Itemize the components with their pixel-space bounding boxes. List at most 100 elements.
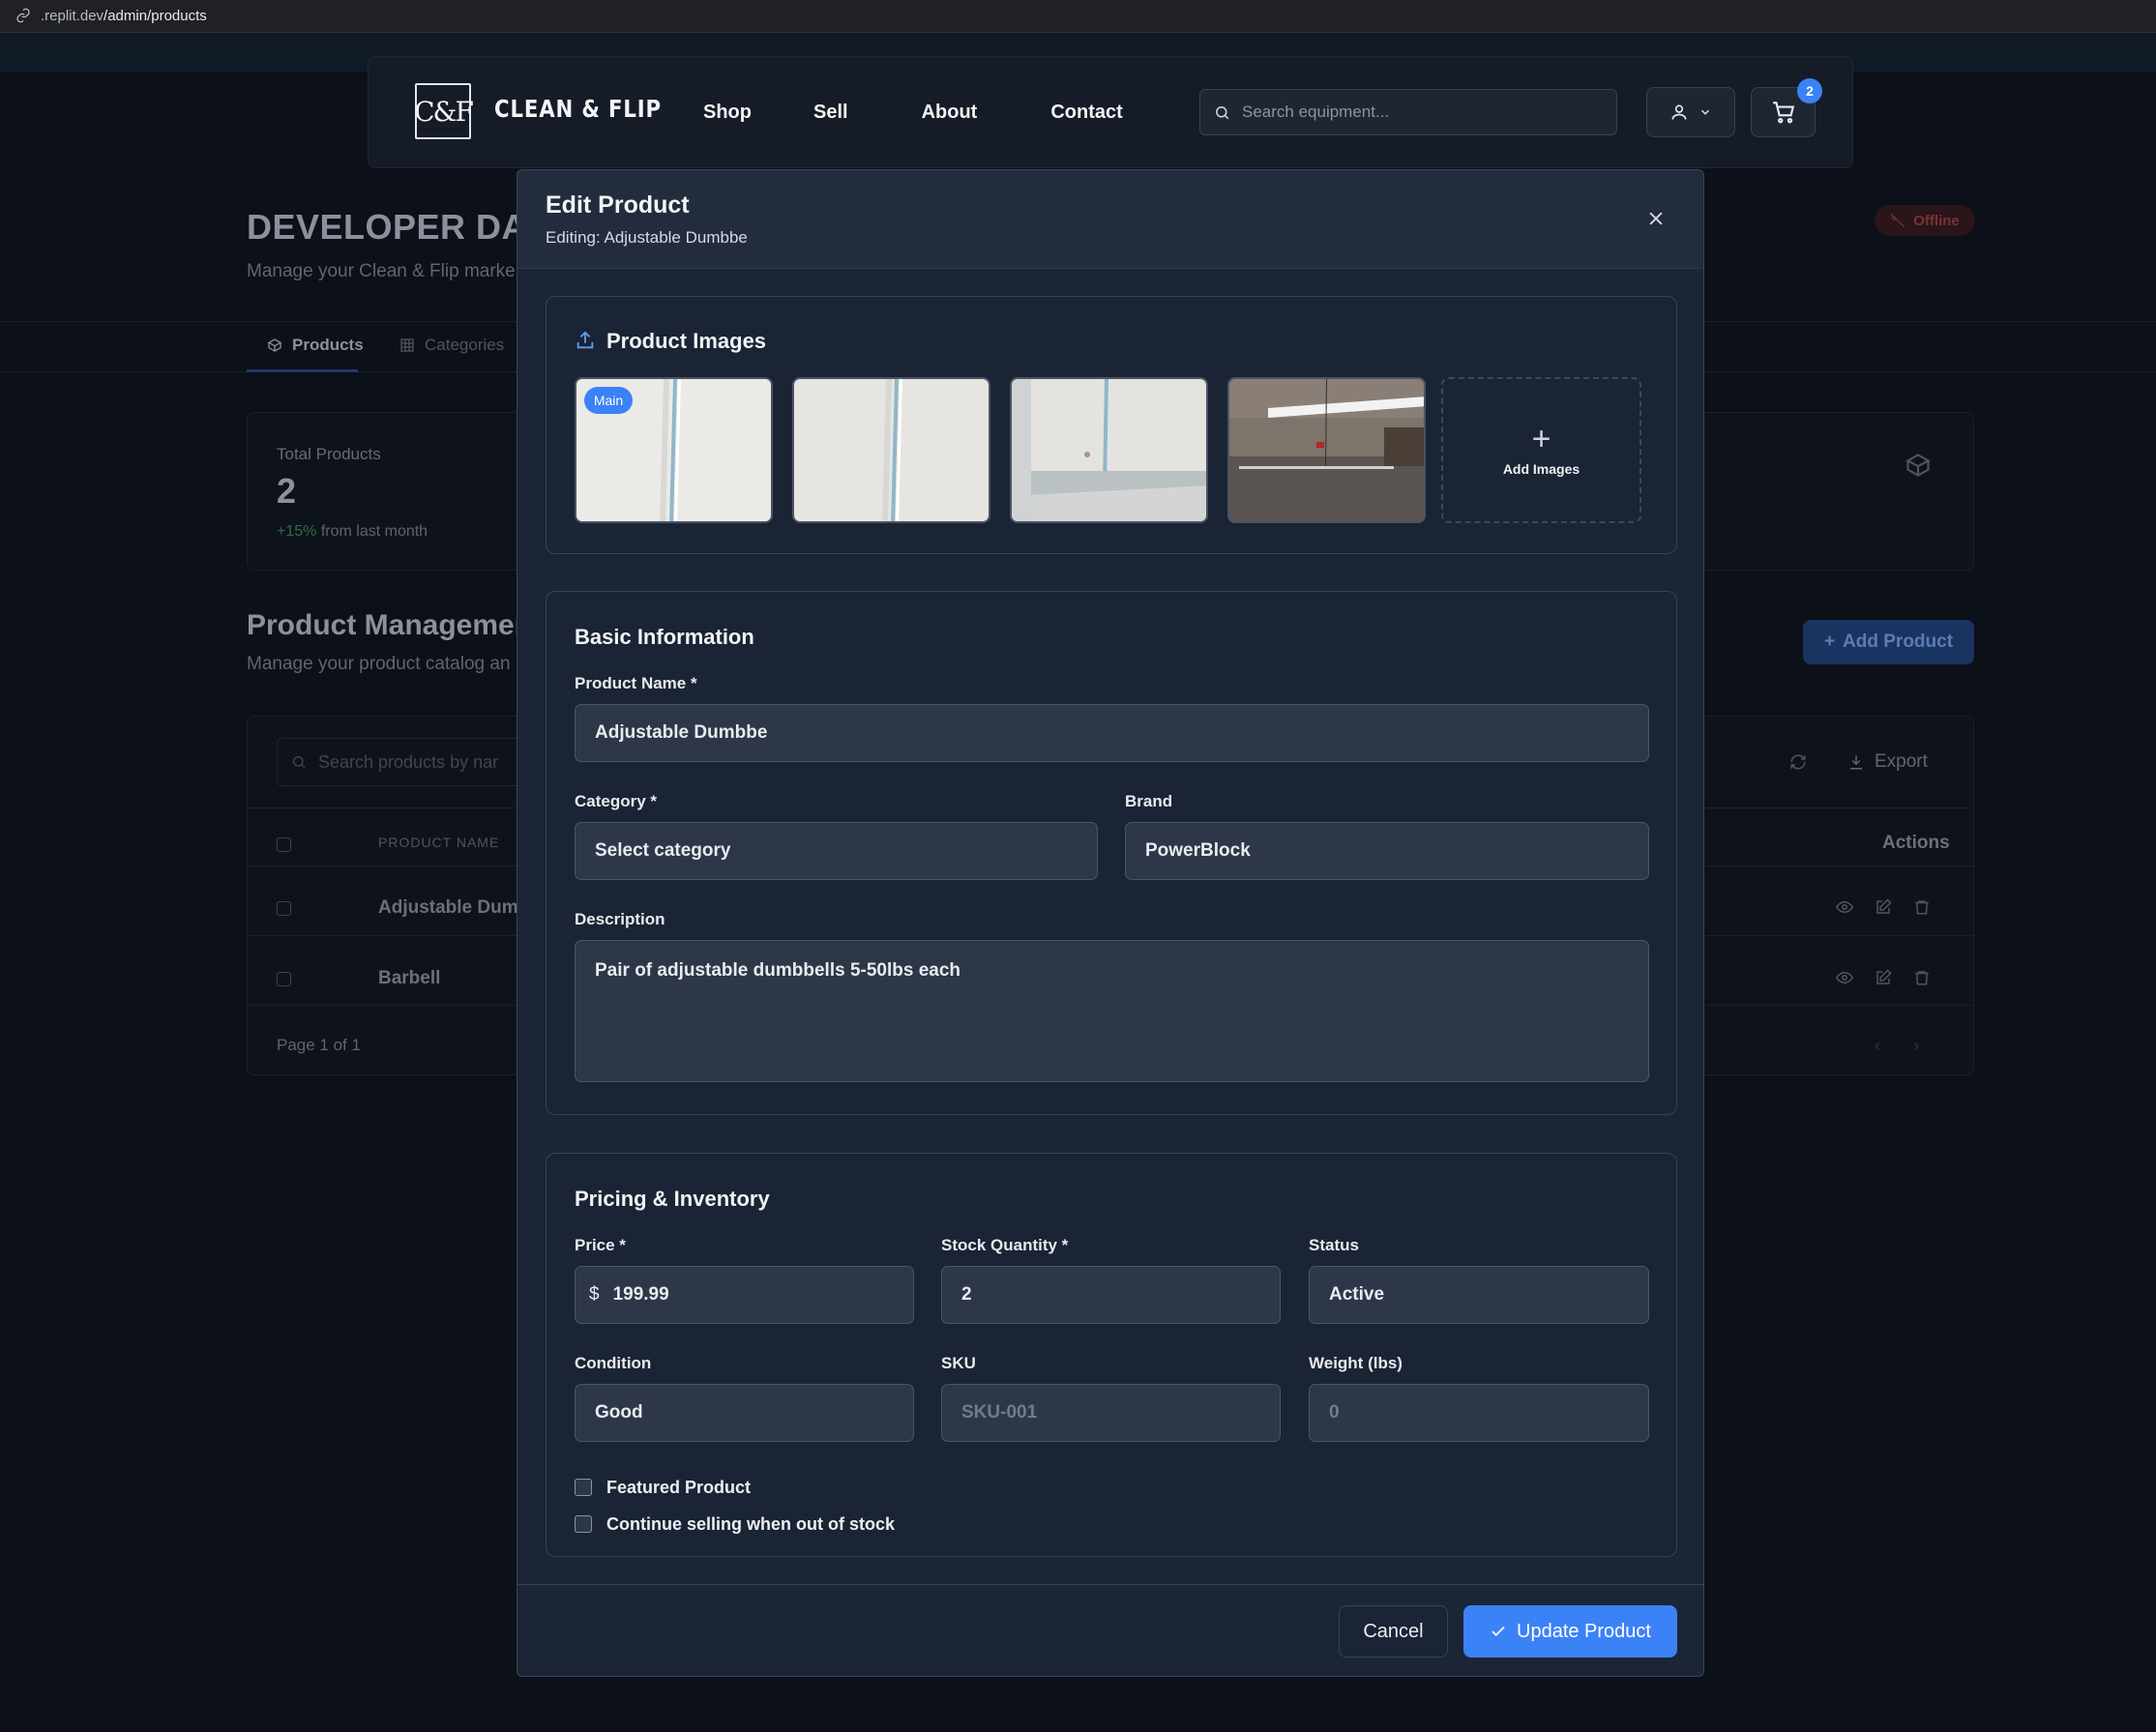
status-select[interactable]: Active — [1309, 1266, 1649, 1324]
nav-contact[interactable]: Contact — [1050, 102, 1122, 124]
product-image-thumbnail[interactable]: Main — [575, 377, 773, 523]
add-product-label: Add Product — [1843, 631, 1954, 652]
weight-input[interactable]: 0 — [1309, 1384, 1649, 1442]
chevron-right-icon[interactable]: › — [1913, 1036, 1919, 1056]
equipment-search-input[interactable] — [1242, 103, 1610, 122]
link-icon — [15, 8, 33, 25]
main-image-badge: Main — [584, 387, 633, 414]
grid-icon — [400, 338, 414, 352]
eye-icon[interactable] — [1836, 898, 1853, 916]
row-actions — [1836, 898, 1931, 916]
download-icon — [1850, 755, 1862, 770]
tab-products-label: Products — [292, 336, 364, 354]
chevron-down-icon — [1701, 109, 1709, 115]
category-select[interactable]: Select category — [575, 822, 1098, 880]
weight-label: Weight (lbs) — [1309, 1354, 1403, 1372]
product-image-thumbnail[interactable] — [1010, 377, 1208, 523]
product-image-thumbnail[interactable] — [1227, 377, 1426, 523]
user-menu-button[interactable] — [1646, 87, 1735, 137]
condition-label: Condition — [575, 1354, 652, 1372]
edit-icon[interactable] — [1875, 898, 1892, 916]
featured-product-checkbox[interactable] — [575, 1479, 592, 1496]
check-icon — [1491, 1626, 1505, 1637]
export-button[interactable]: Export — [1847, 751, 1928, 773]
offline-badge: Offline — [1875, 205, 1975, 236]
status-label: Status — [1309, 1236, 1359, 1254]
modal-footer-divider — [517, 1584, 1703, 1585]
add-images-label: Add Images — [1502, 460, 1580, 477]
row-checkbox[interactable] — [277, 972, 291, 986]
select-all-checkbox[interactable] — [277, 837, 291, 852]
nav-shop[interactable]: Shop — [703, 102, 752, 124]
tab-categories-label: Categories — [425, 336, 505, 354]
logo-mark[interactable]: C&F — [414, 83, 474, 139]
export-label: Export — [1875, 751, 1928, 772]
product-name-input[interactable]: Adjustable Dumbbe — [575, 704, 1649, 762]
equipment-search[interactable] — [1199, 89, 1617, 135]
product-management-title: Product Managemen — [247, 609, 533, 641]
pagination-controls: ‹ › — [1875, 1036, 1919, 1056]
pagination-text: Page 1 of 1 — [277, 1036, 361, 1054]
dashboard-title: DEVELOPER DAS — [247, 207, 551, 247]
description-textarea[interactable]: Pair of adjustable dumbbells 5-50lbs eac… — [575, 940, 1649, 1082]
update-product-button[interactable]: Update Product — [1463, 1605, 1677, 1658]
stock-quantity-input[interactable]: 2 — [941, 1266, 1281, 1324]
cancel-button[interactable]: Cancel — [1339, 1605, 1448, 1658]
add-images-button[interactable]: + Add Images — [1441, 377, 1641, 523]
browser-url-bar[interactable]: .replit.dev/admin/products — [0, 0, 2156, 33]
cart-button[interactable]: 2 — [1751, 78, 1822, 137]
basic-information-section: Basic Information Product Name * Adjusta… — [546, 591, 1677, 1115]
trash-icon[interactable] — [1913, 969, 1931, 986]
update-product-label: Update Product — [1517, 1620, 1651, 1642]
product-name-label: Product Name * — [575, 674, 697, 692]
tab-products[interactable]: Products — [267, 336, 364, 355]
dashboard-subtitle: Manage your Clean & Flip marke — [247, 261, 516, 281]
image-photo-wall-corner — [1012, 379, 1206, 521]
package-icon — [1905, 452, 1932, 484]
tab-categories[interactable]: Categories — [399, 336, 504, 355]
modal-header: Edit Product Editing: Adjustable Dumbbe — [517, 170, 1703, 269]
continue-selling-label: Continue selling when out of stock — [606, 1514, 896, 1534]
product-image-thumbnail[interactable] — [792, 377, 990, 523]
logo-text[interactable]: CLEAN & FLIP — [494, 95, 662, 123]
plus-icon: + — [1823, 631, 1836, 652]
row-actions — [1836, 969, 1931, 986]
condition-select[interactable]: Good — [575, 1384, 914, 1442]
upload-icon — [575, 330, 596, 356]
wifi-off-icon — [1891, 213, 1905, 228]
stat-change-positive: +15% — [277, 523, 317, 540]
edit-icon[interactable] — [1875, 969, 1892, 986]
stock-quantity-label: Stock Quantity * — [941, 1236, 1069, 1254]
search-icon — [293, 756, 306, 769]
row-checkbox[interactable] — [277, 901, 291, 916]
edit-product-modal: Edit Product Editing: Adjustable Dumbbe … — [517, 169, 1704, 1677]
table-row-name: Adjustable Duml — [378, 897, 523, 918]
continue-selling-checkbox[interactable] — [575, 1515, 592, 1533]
trash-icon[interactable] — [1913, 898, 1931, 916]
chevron-left-icon[interactable]: ‹ — [1875, 1036, 1880, 1056]
url-path: /admin/products — [103, 8, 207, 24]
table-row-name: Barbell — [378, 968, 441, 988]
refresh-icon[interactable] — [1789, 753, 1807, 776]
nav-sell[interactable]: Sell — [813, 102, 848, 124]
price-label: Price * — [575, 1236, 626, 1254]
product-images-section: Product Images Main + Add Images — [546, 296, 1677, 554]
pricing-inventory-section: Pricing & Inventory Price * $ 199.99 Sto… — [546, 1153, 1677, 1557]
plus-icon: + — [1531, 420, 1551, 457]
stat-change: +15% from last month — [277, 523, 428, 541]
featured-product-label: Featured Product — [606, 1478, 752, 1497]
eye-icon[interactable] — [1836, 969, 1853, 986]
close-icon[interactable] — [1646, 209, 1668, 230]
price-input[interactable]: $ 199.99 — [575, 1266, 914, 1324]
add-product-button[interactable]: + Add Product — [1803, 620, 1974, 664]
sku-input[interactable]: SKU-001 — [941, 1384, 1281, 1442]
stat-label: Total Products — [277, 445, 381, 463]
brand-input[interactable]: PowerBlock — [1125, 822, 1649, 880]
price-value: 199.99 — [612, 1284, 669, 1305]
basic-information-title: Basic Information — [575, 625, 754, 649]
currency-prefix: $ — [589, 1284, 600, 1305]
url-prefix: .replit.dev — [41, 8, 104, 24]
active-tab-indicator — [247, 369, 358, 372]
nav-about[interactable]: About — [922, 102, 978, 124]
brand-label: Brand — [1125, 792, 1173, 810]
